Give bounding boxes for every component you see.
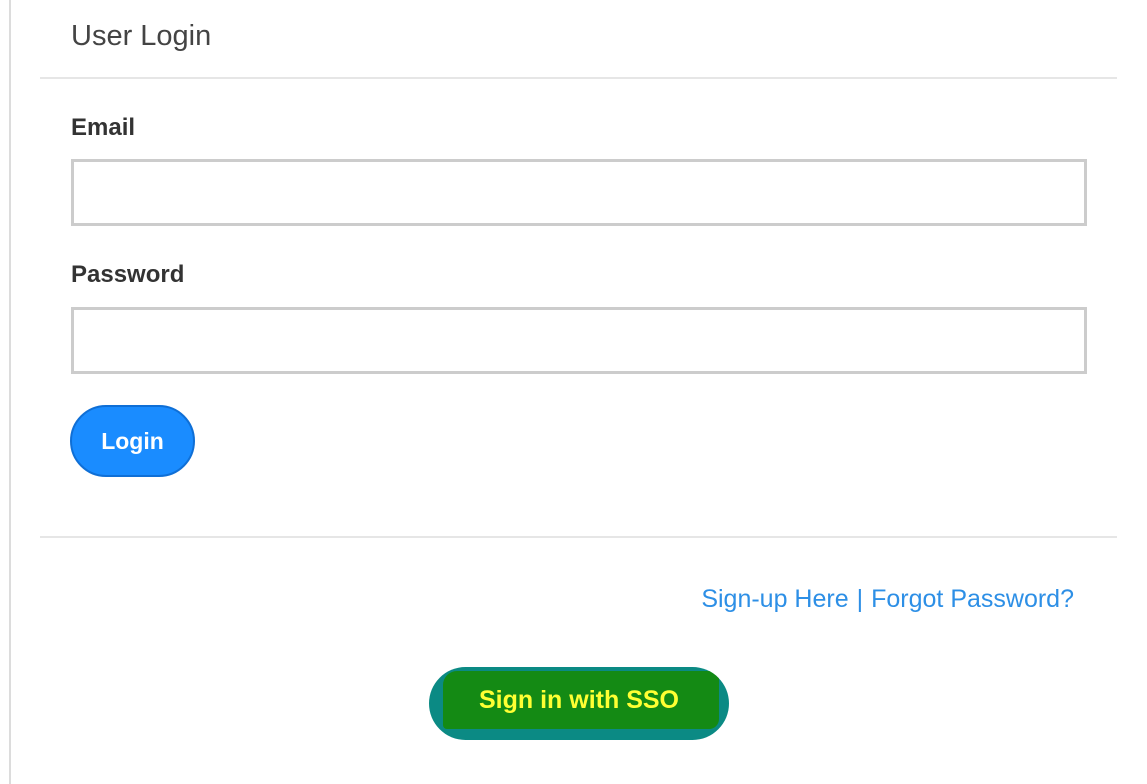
sso-button-label: Sign in with SSO [479, 686, 679, 714]
account-links: Sign-up Here | Forgot Password? [701, 585, 1074, 614]
login-button[interactable]: Login [70, 405, 195, 477]
password-field[interactable] [71, 307, 1087, 374]
forgot-password-link[interactable]: Forgot Password? [871, 585, 1074, 613]
signup-link[interactable]: Sign-up Here [701, 585, 848, 613]
email-label: Email [71, 114, 136, 141]
password-label: Password [71, 261, 185, 288]
sso-button[interactable]: Sign in with SSO [429, 667, 729, 740]
panel-left-border [9, 0, 11, 784]
panel-title: User Login [71, 20, 212, 52]
header-divider [40, 77, 1117, 79]
link-separator: | [856, 585, 864, 613]
email-field[interactable] [71, 159, 1087, 226]
footer-divider [40, 536, 1117, 538]
login-panel: User Login Email Password Login Sign-up … [0, 0, 1147, 784]
